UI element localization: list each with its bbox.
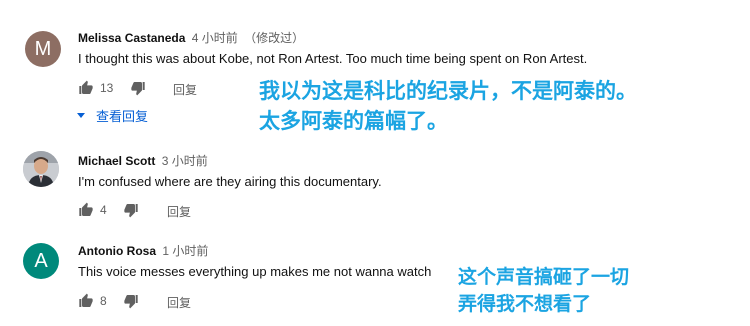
comment-header: Antonio Rosa 1 小时前	[78, 242, 208, 259]
comment-text: I thought this was about Kobe, not Ron A…	[78, 51, 588, 66]
timestamp[interactable]: 3 小时前	[162, 154, 208, 168]
avatar-letter: M	[34, 37, 52, 60]
caption-line: 这个声音搞砸了一切	[458, 266, 630, 288]
author-name[interactable]: Antonio Rosa	[78, 244, 156, 258]
view-replies-label: 查看回复	[96, 109, 149, 124]
comment-actions: 8 回复	[78, 292, 278, 310]
thumbs-up-icon	[79, 202, 93, 216]
thumbs-up-icon	[79, 80, 93, 94]
comment-actions: 13 回复	[78, 79, 278, 97]
reply-button[interactable]: 回复	[167, 294, 191, 311]
caption-overlay-1: 我以为这是科比的纪录片，不是阿泰的。 太多阿泰的篇幅了。	[259, 76, 637, 136]
dislike-button[interactable]	[123, 201, 139, 219]
timestamp[interactable]: 4 小时前	[192, 31, 238, 45]
comment-actions: 4 回复	[78, 201, 278, 219]
like-count: 4	[100, 203, 107, 217]
like-count: 8	[100, 294, 107, 308]
dislike-button[interactable]	[123, 292, 139, 310]
author-name[interactable]: Michael Scott	[78, 154, 155, 168]
avatar[interactable]: A	[23, 243, 59, 279]
thumbs-down-icon	[124, 295, 138, 309]
view-replies-toggle[interactable]: 查看回复	[76, 106, 148, 125]
like-button[interactable]	[78, 201, 94, 219]
edited-label: （修改过）	[244, 31, 305, 45]
avatar[interactable]	[23, 151, 59, 187]
comment-header: Michael Scott 3 小时前	[78, 152, 208, 169]
avatar[interactable]: M	[25, 31, 61, 67]
comment-header: Melissa Castaneda 4 小时前 （修改过）	[78, 29, 304, 46]
caption-line: 弄得我不想看了	[458, 293, 592, 315]
reply-button[interactable]: 回复	[167, 203, 191, 220]
author-name[interactable]: Melissa Castaneda	[78, 31, 185, 45]
thumbs-down-icon	[124, 204, 138, 218]
profile-photo-icon	[23, 151, 59, 187]
avatar-letter: A	[34, 249, 48, 272]
dislike-button[interactable]	[130, 79, 146, 97]
caption-line: 我以为这是科比的纪录片，不是阿泰的。	[259, 79, 637, 103]
caption-line: 太多阿泰的篇幅了。	[259, 109, 448, 133]
like-count: 13	[100, 81, 114, 95]
thumbs-up-icon	[79, 293, 93, 307]
caret-down-icon	[77, 112, 85, 118]
reply-button[interactable]: 回复	[173, 81, 197, 98]
comment-text: I'm confused where are they airing this …	[78, 174, 382, 189]
comment-text: This voice messes everything up makes me…	[78, 264, 432, 279]
timestamp[interactable]: 1 小时前	[162, 244, 208, 258]
caption-overlay-2: 这个声音搞砸了一切 弄得我不想看了	[458, 264, 629, 318]
like-button[interactable]	[78, 292, 94, 310]
like-button[interactable]	[78, 79, 94, 97]
thumbs-down-icon	[131, 82, 145, 96]
